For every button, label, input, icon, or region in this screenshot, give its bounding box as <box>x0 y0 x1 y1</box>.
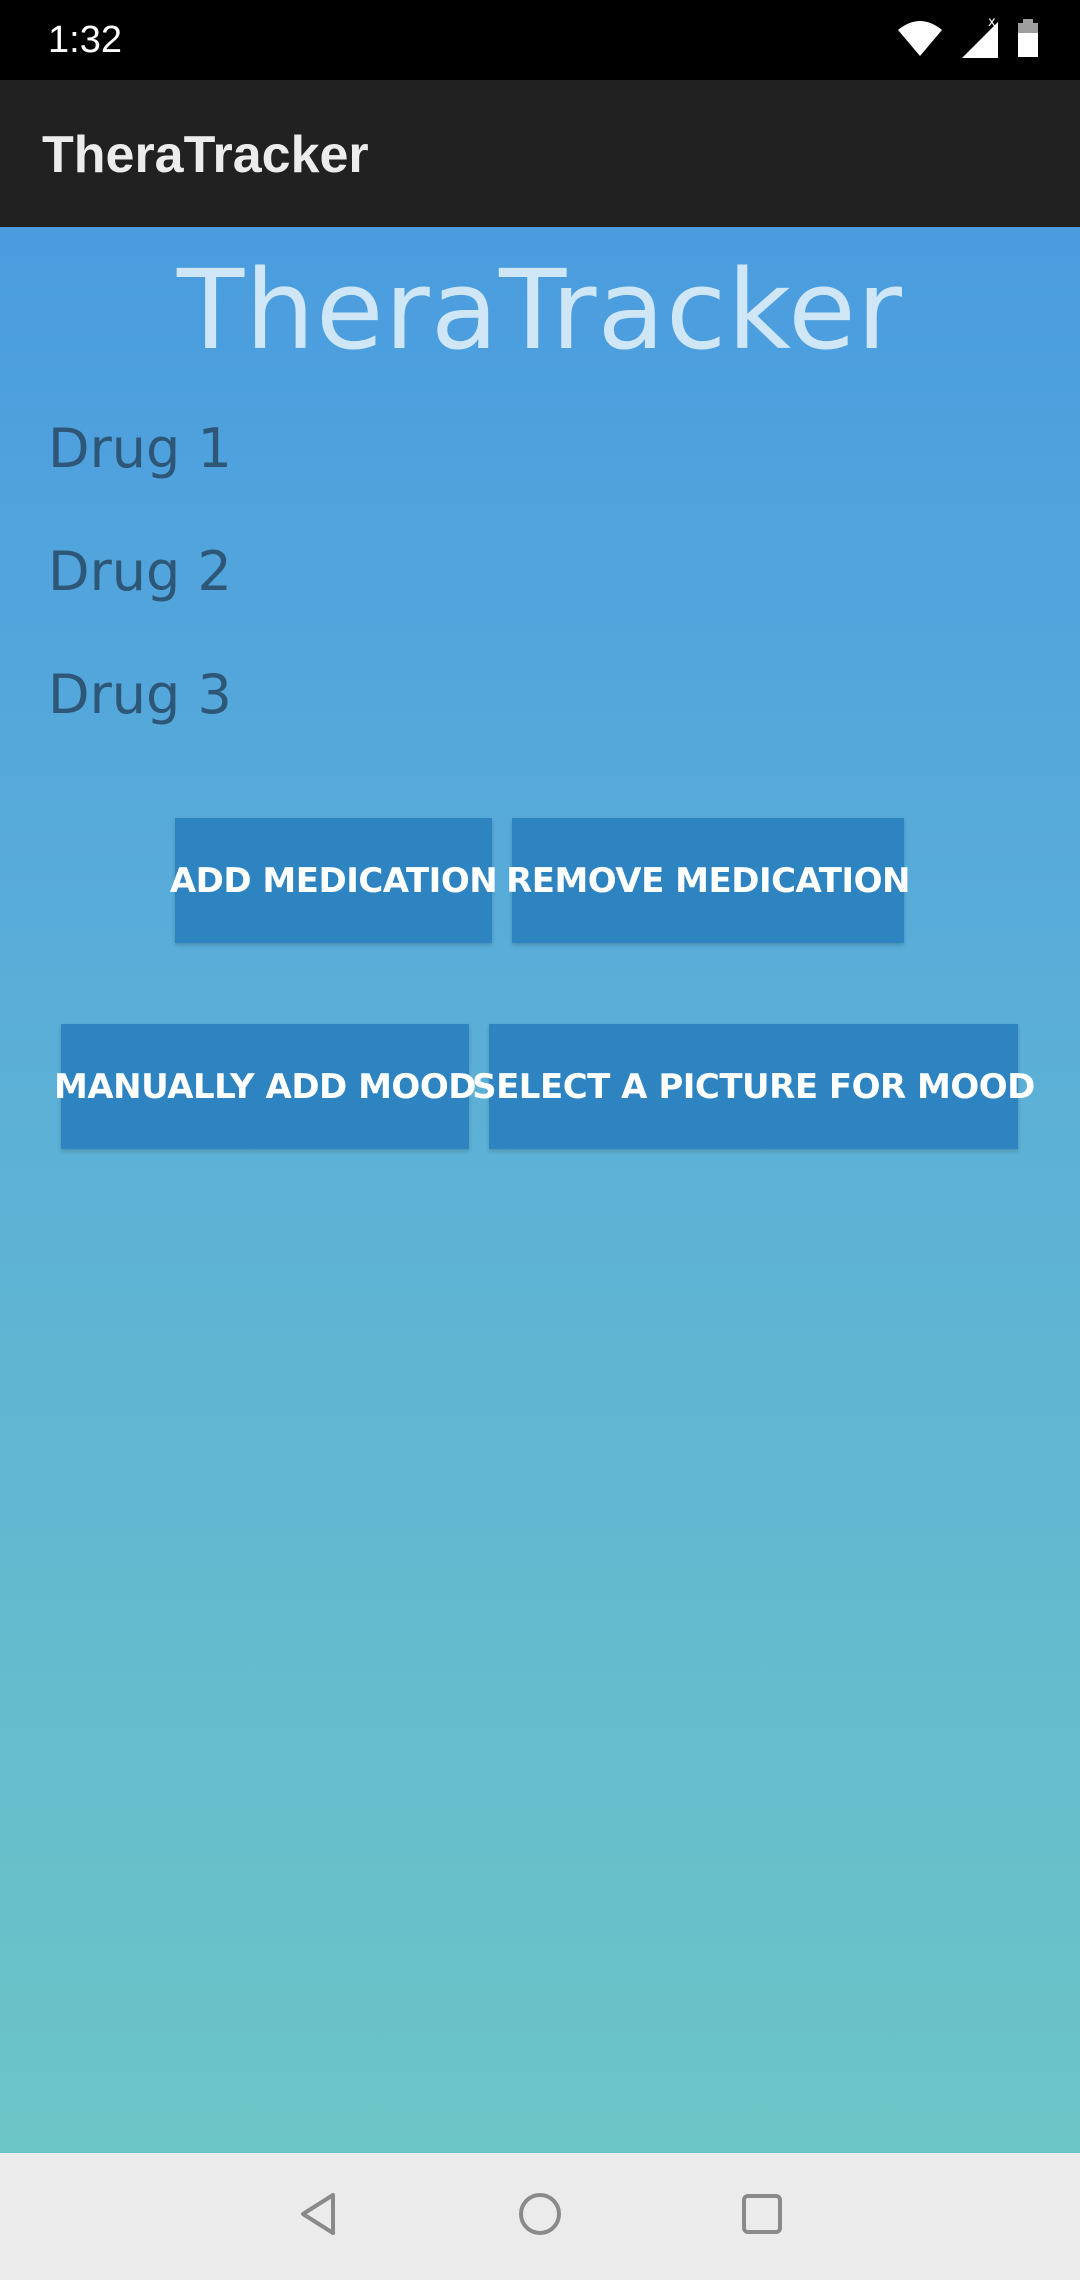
screen: 1:32 x TheraTracker TheraTracker Drug 1 … <box>0 0 1080 2280</box>
back-icon <box>295 2189 345 2244</box>
recents-button[interactable] <box>727 2181 797 2251</box>
home-button[interactable] <box>505 2181 575 2251</box>
signal-icon: x <box>958 15 1002 65</box>
app-bar-title: TheraTracker <box>42 126 369 184</box>
battery-icon <box>1016 17 1040 64</box>
main-content: TheraTracker Drug 1 Drug 2 Drug 3 ADD ME… <box>0 227 1080 2153</box>
recents-icon <box>737 2189 787 2244</box>
home-icon <box>515 2189 565 2244</box>
add-medication-button[interactable]: ADD MEDICATION <box>170 818 498 943</box>
status-time: 1:32 <box>48 19 122 61</box>
select-picture-for-mood-button[interactable]: SELECT A PICTURE FOR MOOD <box>472 1024 1035 1149</box>
drug-item-3: Drug 3 <box>48 663 232 726</box>
navigation-bar <box>0 2153 1080 2280</box>
app-bar: TheraTracker <box>0 80 1080 227</box>
status-icons: x <box>896 15 1040 65</box>
wifi-icon <box>896 18 944 63</box>
status-bar: 1:32 x <box>0 0 1080 80</box>
drug-item-2: Drug 2 <box>48 540 232 603</box>
remove-medication-button[interactable]: REMOVE MEDICATION <box>506 818 910 943</box>
back-button[interactable] <box>285 2181 355 2251</box>
page-title: TheraTracker <box>176 246 904 374</box>
drug-item-1: Drug 1 <box>48 417 232 480</box>
manually-add-mood-button[interactable]: MANUALLY ADD MOOD <box>54 1024 476 1149</box>
